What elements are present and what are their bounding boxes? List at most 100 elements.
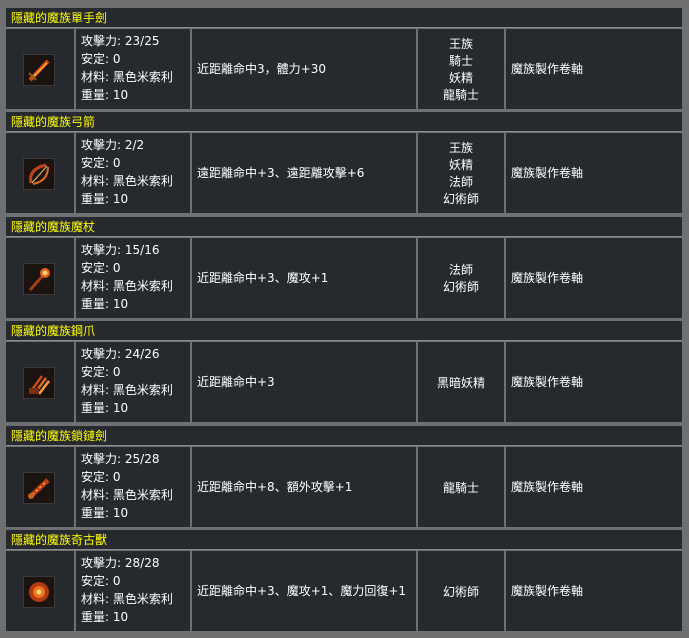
item-source-cell: 魔族製作卷軸 xyxy=(506,551,682,631)
item-name: 隱藏的魔族鎖鏈劍 xyxy=(11,429,108,443)
effect-text: 近距離命中+3、魔攻+1、魔力回復+1 xyxy=(197,584,407,598)
attack-stat: 攻擊力: 24/26 xyxy=(81,347,160,361)
item-class-cell: 法師 幻術師 xyxy=(418,238,504,318)
safety-value: 0 xyxy=(112,261,121,275)
safety-stat: 安定: 0 xyxy=(81,470,121,484)
item-icon-cell xyxy=(6,447,74,527)
item-title-bar: 隱藏的魔族鋼爪 xyxy=(6,321,682,341)
item-class-cell: 王族 騎士 妖精 龍騎士 xyxy=(418,29,504,109)
weight-value: 10 xyxy=(112,610,129,624)
attack-value: 2/2 xyxy=(124,138,145,152)
safety-value: 0 xyxy=(112,365,121,379)
class-name: 法師 xyxy=(448,263,473,277)
item-effect-cell: 遠距離命中+3、遠距離攻擊+6 xyxy=(192,133,416,213)
class-list: 黑暗妖精 xyxy=(418,375,504,392)
class-name: 妖精 xyxy=(448,71,473,85)
item-title-bar: 隱藏的魔族魔杖 xyxy=(6,217,682,237)
weight-stat: 重量: 10 xyxy=(81,297,129,311)
material-stat: 材料: 黑色米索利 xyxy=(81,279,173,293)
item-effect-cell: 近距離命中+8、額外攻擊+1 xyxy=(192,447,416,527)
class-name: 黑暗妖精 xyxy=(436,376,485,390)
item-class-cell: 王族 妖精 法師 幻術師 xyxy=(418,133,504,213)
weight-value: 10 xyxy=(112,506,129,520)
class-list: 幻術師 xyxy=(418,584,504,601)
source-text: 魔族製作卷軸 xyxy=(511,62,584,76)
source-text: 魔族製作卷軸 xyxy=(511,480,584,494)
weight-value: 10 xyxy=(112,401,129,415)
material-stat: 材料: 黑色米索利 xyxy=(81,383,173,397)
safety-stat: 安定: 0 xyxy=(81,52,121,66)
attack-stat: 攻擊力: 25/28 xyxy=(81,452,160,466)
item-icon-cell xyxy=(6,238,74,318)
effect-text: 遠距離命中+3、遠距離攻擊+6 xyxy=(197,166,365,180)
attack-stat: 攻擊力: 23/25 xyxy=(81,34,160,48)
class-list: 王族 騎士 妖精 龍騎士 xyxy=(418,36,504,104)
weight-stat: 重量: 10 xyxy=(81,610,129,624)
attack-stat: 攻擊力: 2/2 xyxy=(81,138,145,152)
item-name: 隱藏的魔族魔杖 xyxy=(11,220,96,234)
item-class-cell: 幻術師 xyxy=(418,551,504,631)
class-list: 王族 妖精 法師 幻術師 xyxy=(418,140,504,208)
item-class-cell: 龍騎士 xyxy=(418,447,504,527)
material-value: 黑色米索利 xyxy=(112,592,173,606)
class-name: 法師 xyxy=(448,175,473,189)
item-name: 隱藏的魔族奇古獸 xyxy=(11,533,108,547)
attack-value: 23/25 xyxy=(124,34,160,48)
material-stat: 材料: 黑色米索利 xyxy=(81,592,173,606)
safety-stat: 安定: 0 xyxy=(81,574,121,588)
effect-text: 近距離命中+3 xyxy=(197,375,275,389)
item-stats-cell: 攻擊力: 2/2 安定: 0 材料: 黑色米索利 重量: 10 xyxy=(76,133,190,213)
item-source-cell: 魔族製作卷軸 xyxy=(506,133,682,213)
attack-value: 28/28 xyxy=(124,556,160,570)
safety-value: 0 xyxy=(112,574,121,588)
effect-text: 近距離命中3，體力+30 xyxy=(197,62,326,76)
item-title-bar: 隱藏的魔族弓箭 xyxy=(6,112,682,132)
attack-value: 24/26 xyxy=(124,347,160,361)
item-stats-cell: 攻擊力: 28/28 安定: 0 材料: 黑色米索利 重量: 10 xyxy=(76,551,190,631)
material-value: 黑色米索利 xyxy=(112,70,173,84)
material-value: 黑色米索利 xyxy=(112,279,173,293)
item-effect-cell: 近距離命中3，體力+30 xyxy=(192,29,416,109)
material-value: 黑色米索利 xyxy=(112,174,173,188)
item-effect-cell: 近距離命中+3、魔攻+1、魔力回復+1 xyxy=(192,551,416,631)
safety-value: 0 xyxy=(112,470,121,484)
attack-value: 25/28 xyxy=(124,452,160,466)
item-icon-cell xyxy=(6,29,74,109)
chain-sword-icon xyxy=(23,472,55,504)
item-source-cell: 魔族製作卷軸 xyxy=(506,238,682,318)
item-stats-cell: 攻擊力: 25/28 安定: 0 材料: 黑色米索利 重量: 10 xyxy=(76,447,190,527)
attack-stat: 攻擊力: 28/28 xyxy=(81,556,160,570)
source-text: 魔族製作卷軸 xyxy=(511,584,584,598)
weight-stat: 重量: 10 xyxy=(81,401,129,415)
weight-value: 10 xyxy=(112,297,129,311)
item-stats-cell: 攻擊力: 24/26 安定: 0 材料: 黑色米索利 重量: 10 xyxy=(76,342,190,422)
item-source-cell: 魔族製作卷軸 xyxy=(506,29,682,109)
item-name: 隱藏的魔族單手劍 xyxy=(11,11,108,25)
class-name: 龍騎士 xyxy=(442,481,479,495)
item-source-cell: 魔族製作卷軸 xyxy=(506,342,682,422)
item-class-cell: 黑暗妖精 xyxy=(418,342,504,422)
source-text: 魔族製作卷軸 xyxy=(511,166,584,180)
material-value: 黑色米索利 xyxy=(112,488,173,502)
item-title-bar: 隱藏的魔族奇古獸 xyxy=(6,530,682,550)
safety-value: 0 xyxy=(112,156,121,170)
item-title-bar: 隱藏的魔族單手劍 xyxy=(6,8,682,28)
source-text: 魔族製作卷軸 xyxy=(511,375,584,389)
weight-stat: 重量: 10 xyxy=(81,506,129,520)
class-name: 王族 xyxy=(448,141,473,155)
one-hand-sword-icon xyxy=(23,54,55,86)
item-name: 隱藏的魔族鋼爪 xyxy=(11,324,96,338)
item-name: 隱藏的魔族弓箭 xyxy=(11,115,96,129)
safety-stat: 安定: 0 xyxy=(81,156,121,170)
item-icon-cell xyxy=(6,133,74,213)
kiringku-icon xyxy=(23,576,55,608)
weight-value: 10 xyxy=(112,88,129,102)
item-stats-cell: 攻擊力: 23/25 安定: 0 材料: 黑色米索利 重量: 10 xyxy=(76,29,190,109)
source-text: 魔族製作卷軸 xyxy=(511,271,584,285)
attack-stat: 攻擊力: 15/16 xyxy=(81,243,160,257)
class-name: 幻術師 xyxy=(442,585,479,599)
class-name: 龍騎士 xyxy=(442,88,479,102)
material-stat: 材料: 黑色米索利 xyxy=(81,174,173,188)
bow-icon xyxy=(23,158,55,190)
effect-text: 近距離命中+8、額外攻擊+1 xyxy=(197,480,353,494)
